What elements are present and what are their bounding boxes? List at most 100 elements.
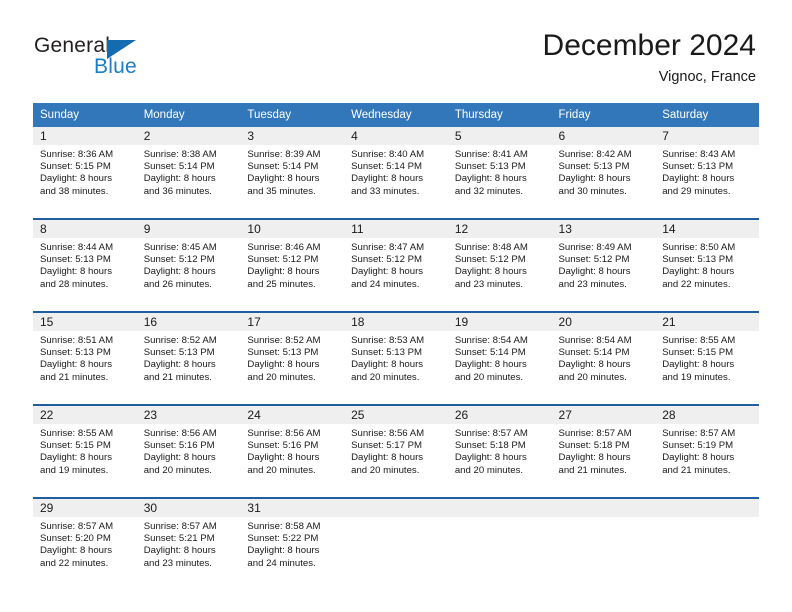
day-number: 30 — [136, 499, 241, 517]
day-number: 22 — [33, 406, 137, 424]
daylight-text-line1: Daylight: 8 hours — [558, 452, 631, 464]
day-cell[interactable]: 13 Sunrise: 8:49 AM Sunset: 5:12 PM Dayl… — [551, 220, 656, 304]
daylight-text-line1: Daylight: 8 hours — [247, 173, 320, 185]
day-details: Sunrise: 8:46 AM Sunset: 5:12 PM Dayligh… — [240, 238, 344, 304]
sunrise-text: Sunrise: 8:50 AM — [662, 242, 736, 253]
daylight-text-line2: and 24 minutes. — [247, 557, 316, 569]
day-cell[interactable]: 19 Sunrise: 8:54 AM Sunset: 5:14 PM Dayl… — [447, 313, 552, 397]
day-details: Sunrise: 8:54 AM Sunset: 5:14 PM Dayligh… — [552, 331, 656, 397]
daylight-text-line1: Daylight: 8 hours — [558, 359, 631, 371]
day-cell-empty — [551, 499, 656, 583]
day-cell[interactable]: 31 Sunrise: 8:58 AM Sunset: 5:22 PM Dayl… — [240, 499, 345, 583]
day-details: Sunrise: 8:51 AM Sunset: 5:13 PM Dayligh… — [33, 331, 137, 397]
day-cell[interactable]: 5 Sunrise: 8:41 AM Sunset: 5:13 PM Dayli… — [447, 127, 552, 211]
sunset-text: Sunset: 5:15 PM — [662, 347, 734, 359]
day-details: Sunrise: 8:39 AM Sunset: 5:14 PM Dayligh… — [240, 145, 344, 211]
weekday-header-row: Sunday Monday Tuesday Wednesday Thursday… — [33, 103, 759, 127]
daylight-text-line2: and 33 minutes. — [351, 185, 420, 197]
sunset-text: Sunset: 5:13 PM — [662, 161, 734, 173]
daylight-text-line1: Daylight: 8 hours — [247, 452, 320, 464]
sunrise-text: Sunrise: 8:44 AM — [40, 242, 114, 253]
sunrise-text: Sunrise: 8:57 AM — [40, 521, 114, 532]
day-cell[interactable]: 17 Sunrise: 8:52 AM Sunset: 5:13 PM Dayl… — [240, 313, 345, 397]
sunrise-text: Sunrise: 8:55 AM — [662, 335, 736, 346]
week-row: 8 Sunrise: 8:44 AM Sunset: 5:13 PM Dayli… — [33, 218, 759, 304]
day-number: 15 — [33, 313, 137, 331]
day-cell[interactable]: 30 Sunrise: 8:57 AM Sunset: 5:21 PM Dayl… — [136, 499, 241, 583]
daylight-text-line1: Daylight: 8 hours — [454, 173, 527, 185]
day-cell[interactable]: 11 Sunrise: 8:47 AM Sunset: 5:12 PM Dayl… — [344, 220, 448, 304]
day-cell[interactable]: 15 Sunrise: 8:51 AM Sunset: 5:13 PM Dayl… — [33, 313, 137, 397]
day-cell[interactable]: 14 Sunrise: 8:50 AM Sunset: 5:13 PM Dayl… — [655, 220, 759, 304]
day-details: Sunrise: 8:44 AM Sunset: 5:13 PM Dayligh… — [33, 238, 137, 304]
day-cell[interactable]: 21 Sunrise: 8:55 AM Sunset: 5:15 PM Dayl… — [655, 313, 759, 397]
sunset-text: Sunset: 5:22 PM — [247, 533, 319, 545]
day-details: Sunrise: 8:38 AM Sunset: 5:14 PM Dayligh… — [137, 145, 241, 211]
day-details — [448, 517, 552, 583]
sunrise-text: Sunrise: 8:56 AM — [351, 428, 425, 439]
sunrise-text: Sunrise: 8:57 AM — [558, 428, 632, 439]
day-cell[interactable]: 10 Sunrise: 8:46 AM Sunset: 5:12 PM Dayl… — [240, 220, 345, 304]
day-cell[interactable]: 27 Sunrise: 8:57 AM Sunset: 5:18 PM Dayl… — [551, 406, 656, 490]
day-cell[interactable]: 28 Sunrise: 8:57 AM Sunset: 5:19 PM Dayl… — [655, 406, 759, 490]
logo-text-blue: Blue — [94, 55, 137, 78]
sunset-text: Sunset: 5:14 PM — [247, 161, 319, 173]
sunset-text: Sunset: 5:13 PM — [143, 347, 215, 359]
sunrise-text: Sunrise: 8:52 AM — [143, 335, 217, 346]
daylight-text-line1: Daylight: 8 hours — [662, 359, 735, 371]
daylight-text-line1: Daylight: 8 hours — [247, 266, 320, 278]
day-details: Sunrise: 8:41 AM Sunset: 5:13 PM Dayligh… — [448, 145, 552, 211]
day-details: Sunrise: 8:43 AM Sunset: 5:13 PM Dayligh… — [655, 145, 759, 211]
sunrise-text: Sunrise: 8:56 AM — [143, 428, 217, 439]
calendar-grid: Sunday Monday Tuesday Wednesday Thursday… — [33, 103, 759, 583]
daylight-text-line2: and 22 minutes. — [662, 278, 731, 290]
day-cell[interactable]: 20 Sunrise: 8:54 AM Sunset: 5:14 PM Dayl… — [551, 313, 656, 397]
day-cell[interactable]: 2 Sunrise: 8:38 AM Sunset: 5:14 PM Dayli… — [136, 127, 241, 211]
day-number: 2 — [136, 127, 241, 145]
day-cell[interactable]: 22 Sunrise: 8:55 AM Sunset: 5:15 PM Dayl… — [33, 406, 137, 490]
day-cell[interactable]: 9 Sunrise: 8:45 AM Sunset: 5:12 PM Dayli… — [136, 220, 241, 304]
daylight-text-line2: and 20 minutes. — [454, 371, 524, 383]
day-details: Sunrise: 8:52 AM Sunset: 5:13 PM Dayligh… — [240, 331, 344, 397]
sunset-text: Sunset: 5:13 PM — [558, 161, 630, 173]
day-cell[interactable]: 24 Sunrise: 8:56 AM Sunset: 5:16 PM Dayl… — [240, 406, 345, 490]
day-cell[interactable]: 25 Sunrise: 8:56 AM Sunset: 5:17 PM Dayl… — [344, 406, 448, 490]
daylight-text-line1: Daylight: 8 hours — [143, 173, 216, 185]
day-cell[interactable]: 23 Sunrise: 8:56 AM Sunset: 5:16 PM Dayl… — [136, 406, 241, 490]
general-blue-logo[interactable]: General Blue — [34, 34, 214, 86]
daylight-text-line2: and 20 minutes. — [454, 464, 524, 476]
sunrise-text: Sunrise: 8:47 AM — [351, 242, 425, 253]
day-cell[interactable]: 12 Sunrise: 8:48 AM Sunset: 5:12 PM Dayl… — [447, 220, 552, 304]
sunrise-text: Sunrise: 8:54 AM — [558, 335, 632, 346]
sunset-text: Sunset: 5:12 PM — [558, 254, 630, 266]
day-cell[interactable]: 18 Sunrise: 8:53 AM Sunset: 5:13 PM Dayl… — [344, 313, 448, 397]
day-cell[interactable]: 29 Sunrise: 8:57 AM Sunset: 5:20 PM Dayl… — [33, 499, 137, 583]
weekday-header-friday: Friday — [558, 109, 591, 121]
day-cell[interactable]: 1 Sunrise: 8:36 AM Sunset: 5:15 PM Dayli… — [33, 127, 137, 211]
sunrise-text: Sunrise: 8:38 AM — [143, 149, 217, 160]
day-cell[interactable]: 26 Sunrise: 8:57 AM Sunset: 5:18 PM Dayl… — [447, 406, 552, 490]
week-row: 29 Sunrise: 8:57 AM Sunset: 5:20 PM Dayl… — [33, 497, 759, 583]
daylight-text-line1: Daylight: 8 hours — [454, 266, 527, 278]
sunset-text: Sunset: 5:15 PM — [40, 161, 111, 173]
daylight-text-line1: Daylight: 8 hours — [351, 452, 424, 464]
sunset-text: Sunset: 5:16 PM — [143, 440, 215, 452]
sunrise-text: Sunrise: 8:41 AM — [454, 149, 528, 160]
day-details: Sunrise: 8:57 AM Sunset: 5:19 PM Dayligh… — [655, 424, 759, 490]
day-details: Sunrise: 8:55 AM Sunset: 5:15 PM Dayligh… — [33, 424, 137, 490]
sunset-text: Sunset: 5:13 PM — [662, 254, 734, 266]
day-cell[interactable]: 7 Sunrise: 8:43 AM Sunset: 5:13 PM Dayli… — [655, 127, 759, 211]
day-cell[interactable]: 8 Sunrise: 8:44 AM Sunset: 5:13 PM Dayli… — [33, 220, 137, 304]
day-cell[interactable]: 3 Sunrise: 8:39 AM Sunset: 5:14 PM Dayli… — [240, 127, 345, 211]
day-cell-empty — [344, 499, 448, 583]
daylight-text-line2: and 22 minutes. — [40, 557, 109, 569]
sunrise-text: Sunrise: 8:46 AM — [247, 242, 321, 253]
day-cell[interactable]: 16 Sunrise: 8:52 AM Sunset: 5:13 PM Dayl… — [136, 313, 241, 397]
sunrise-text: Sunrise: 8:51 AM — [40, 335, 114, 346]
daylight-text-line2: and 21 minutes. — [558, 464, 627, 476]
day-cell[interactable]: 4 Sunrise: 8:40 AM Sunset: 5:14 PM Dayli… — [344, 127, 448, 211]
daylight-text-line1: Daylight: 8 hours — [662, 452, 735, 464]
sunrise-text: Sunrise: 8:42 AM — [558, 149, 632, 160]
day-cell[interactable]: 6 Sunrise: 8:42 AM Sunset: 5:13 PM Dayli… — [551, 127, 656, 211]
day-number: 12 — [447, 220, 552, 238]
